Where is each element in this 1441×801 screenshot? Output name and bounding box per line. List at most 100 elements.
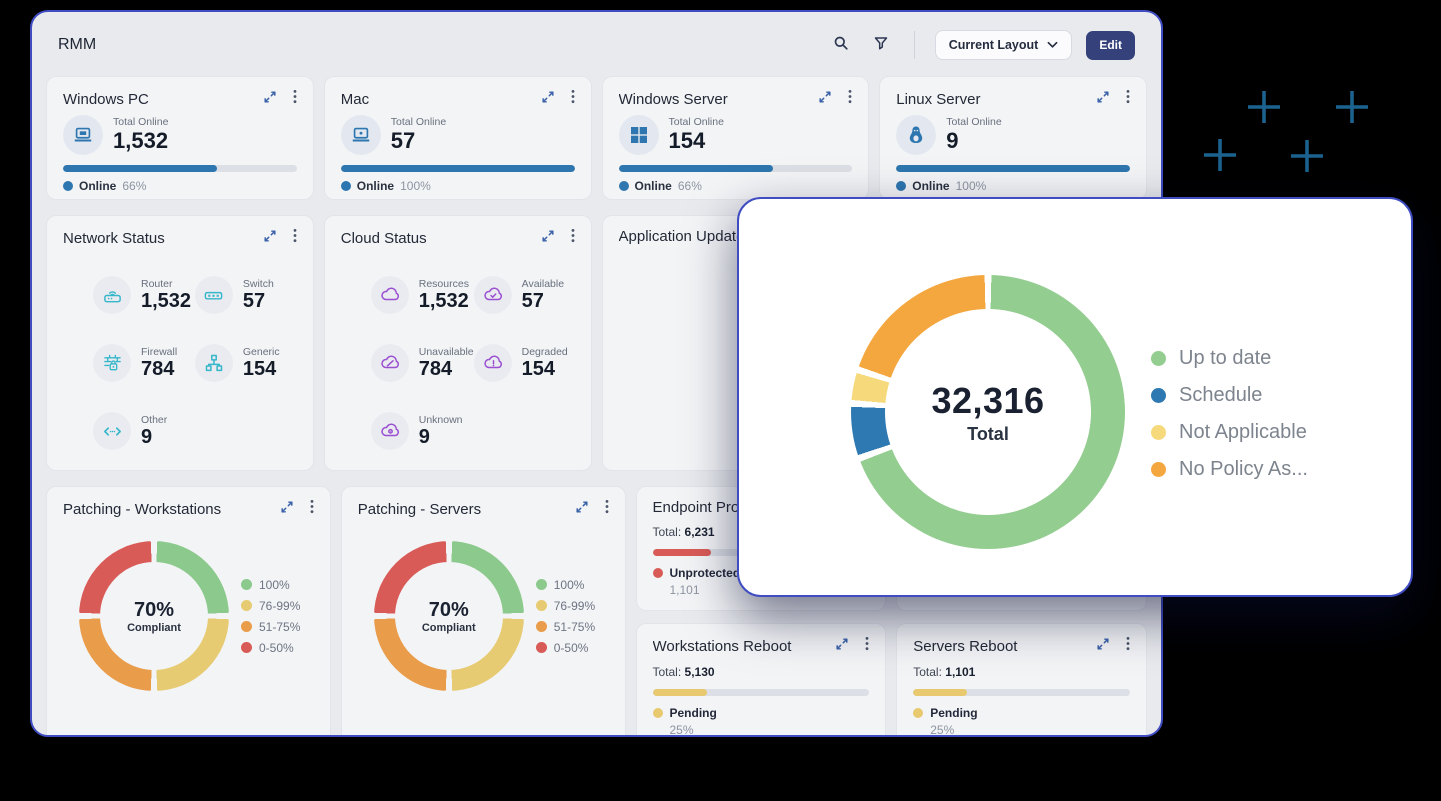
compliance-percent: 70% bbox=[429, 599, 469, 622]
network-item-label: Router bbox=[141, 278, 191, 290]
metric-value: 9 bbox=[946, 128, 1001, 153]
pending-label: Pending bbox=[930, 706, 977, 720]
cloud-dot-icon bbox=[371, 412, 409, 450]
legend-item: 51-75% bbox=[241, 620, 300, 634]
card-head: Windows PC bbox=[63, 89, 297, 109]
cloud-check-icon bbox=[474, 276, 512, 314]
expand-icon[interactable] bbox=[280, 500, 294, 519]
search-button[interactable] bbox=[828, 32, 854, 58]
pending-progress-bar bbox=[653, 689, 870, 696]
card-head: Mac bbox=[341, 89, 575, 109]
kebab-menu-icon[interactable] bbox=[571, 228, 575, 248]
card-actions bbox=[818, 89, 852, 109]
expand-icon[interactable] bbox=[541, 90, 555, 109]
kebab-menu-icon[interactable] bbox=[293, 228, 297, 248]
expand-icon[interactable] bbox=[263, 90, 277, 109]
metric-text: Total Online 57 bbox=[391, 116, 446, 153]
angle-brackets-icon bbox=[93, 412, 131, 450]
expand-icon[interactable] bbox=[835, 637, 849, 656]
cloud-item-label: Resources bbox=[419, 278, 469, 290]
plus-decoration bbox=[1289, 138, 1325, 174]
compliance-legend: 100% 76-99% 51-75% 0-50% bbox=[536, 578, 595, 655]
cloud-item-label: Unknown bbox=[419, 414, 463, 426]
compliance-donut-area: 70% Compliant 100% 76-99% 51-75% 0-50% bbox=[358, 541, 609, 691]
cloud-item-value: 1,532 bbox=[419, 290, 469, 313]
kebab-menu-icon[interactable] bbox=[865, 636, 869, 656]
expand-icon[interactable] bbox=[263, 229, 277, 248]
cloud-item-text: Unknown 9 bbox=[419, 414, 463, 449]
compliance-label: Compliant bbox=[422, 622, 476, 634]
page-title: RMM bbox=[58, 36, 96, 54]
card-actions bbox=[263, 89, 297, 109]
expand-icon[interactable] bbox=[575, 500, 589, 519]
legend-item-no-policy: No Policy As... bbox=[1151, 458, 1308, 481]
online-progress-bar bbox=[63, 165, 297, 172]
online-dot bbox=[619, 181, 629, 191]
kebab-menu-icon[interactable] bbox=[293, 89, 297, 109]
network-items-grid: Router 1,532 Switch 57 bbox=[63, 276, 297, 450]
linux-penguin-icon bbox=[896, 115, 936, 155]
card-title: Patching - Servers bbox=[358, 501, 575, 518]
compliance-legend: 100% 76-99% 51-75% 0-50% bbox=[241, 578, 300, 655]
filter-button[interactable] bbox=[868, 32, 894, 58]
cloud-item-unknown: Unknown 9 bbox=[371, 412, 474, 450]
card-head: Workstations Reboot bbox=[653, 636, 870, 656]
metric-text: Total Online 9 bbox=[946, 116, 1001, 153]
expand-icon[interactable] bbox=[1096, 90, 1110, 109]
network-item-value: 154 bbox=[243, 358, 280, 381]
card-title: Patching - Workstations bbox=[63, 501, 280, 518]
cloud-item-text: Resources 1,532 bbox=[419, 278, 469, 313]
layout-dropdown[interactable]: Current Layout bbox=[935, 30, 1073, 60]
expand-icon[interactable] bbox=[541, 229, 555, 248]
total-value: 6,231 bbox=[685, 525, 715, 539]
online-label: Online bbox=[357, 179, 394, 193]
pending-status: Pending bbox=[653, 706, 870, 720]
card-head: Servers Reboot bbox=[913, 636, 1130, 656]
card-patching-workstations: Patching - Workstations 70% Compliant bbox=[46, 486, 331, 737]
compliance-label: Compliant bbox=[127, 622, 181, 634]
cloud-icon bbox=[371, 276, 409, 314]
metric-value: 154 bbox=[669, 128, 724, 153]
cloud-alert-icon bbox=[474, 344, 512, 382]
network-item-value: 784 bbox=[141, 358, 177, 381]
network-item-value: 57 bbox=[243, 290, 274, 313]
kebab-menu-icon[interactable] bbox=[571, 89, 575, 109]
card-patching-servers: Patching - Servers 70% Compliant 10 bbox=[341, 486, 626, 737]
expand-icon[interactable] bbox=[1096, 637, 1110, 656]
card-head: Patching - Servers bbox=[358, 499, 609, 519]
card-actions bbox=[575, 499, 609, 519]
cloud-item-available: Available 57 bbox=[474, 276, 575, 314]
network-item-switch: Switch 57 bbox=[195, 276, 297, 314]
card-title: Windows Server bbox=[619, 91, 819, 108]
legend-item: 76-99% bbox=[536, 599, 595, 613]
card-actions bbox=[541, 228, 575, 248]
kebab-menu-icon[interactable] bbox=[848, 89, 852, 109]
header-divider bbox=[914, 31, 915, 59]
network-item-generic: Generic 154 bbox=[195, 344, 297, 382]
expand-icon[interactable] bbox=[818, 90, 832, 109]
online-label: Online bbox=[635, 179, 672, 193]
kebab-menu-icon[interactable] bbox=[1126, 636, 1130, 656]
kebab-menu-icon[interactable] bbox=[310, 499, 314, 519]
card-head: Linux Server bbox=[896, 89, 1130, 109]
card-actions bbox=[1096, 89, 1130, 109]
kebab-menu-icon[interactable] bbox=[605, 499, 609, 519]
header-controls: Current Layout Edit bbox=[828, 30, 1135, 60]
online-label: Online bbox=[79, 179, 116, 193]
network-item-label: Other bbox=[141, 414, 167, 426]
online-dot bbox=[341, 181, 351, 191]
network-item-text: Generic 154 bbox=[243, 346, 280, 381]
layout-dropdown-label: Current Layout bbox=[949, 38, 1039, 52]
edit-button[interactable]: Edit bbox=[1086, 31, 1135, 60]
card-title: Windows PC bbox=[63, 91, 263, 108]
network-item-label: Switch bbox=[243, 278, 274, 290]
kebab-menu-icon[interactable] bbox=[1126, 89, 1130, 109]
metric: Total Online 1,532 bbox=[63, 115, 297, 155]
network-item-value: 1,532 bbox=[141, 290, 191, 313]
online-status: Online 66% bbox=[63, 179, 297, 193]
metric-value: 1,532 bbox=[113, 128, 168, 153]
compliance-donut-area: 70% Compliant 100% 76-99% 51-75% 0-50% bbox=[63, 541, 314, 691]
network-item-text: Firewall 784 bbox=[141, 346, 177, 381]
mac-laptop-icon bbox=[341, 115, 381, 155]
patch-status-legend: Up to date Schedule Not Applicable No Po… bbox=[1151, 347, 1308, 481]
